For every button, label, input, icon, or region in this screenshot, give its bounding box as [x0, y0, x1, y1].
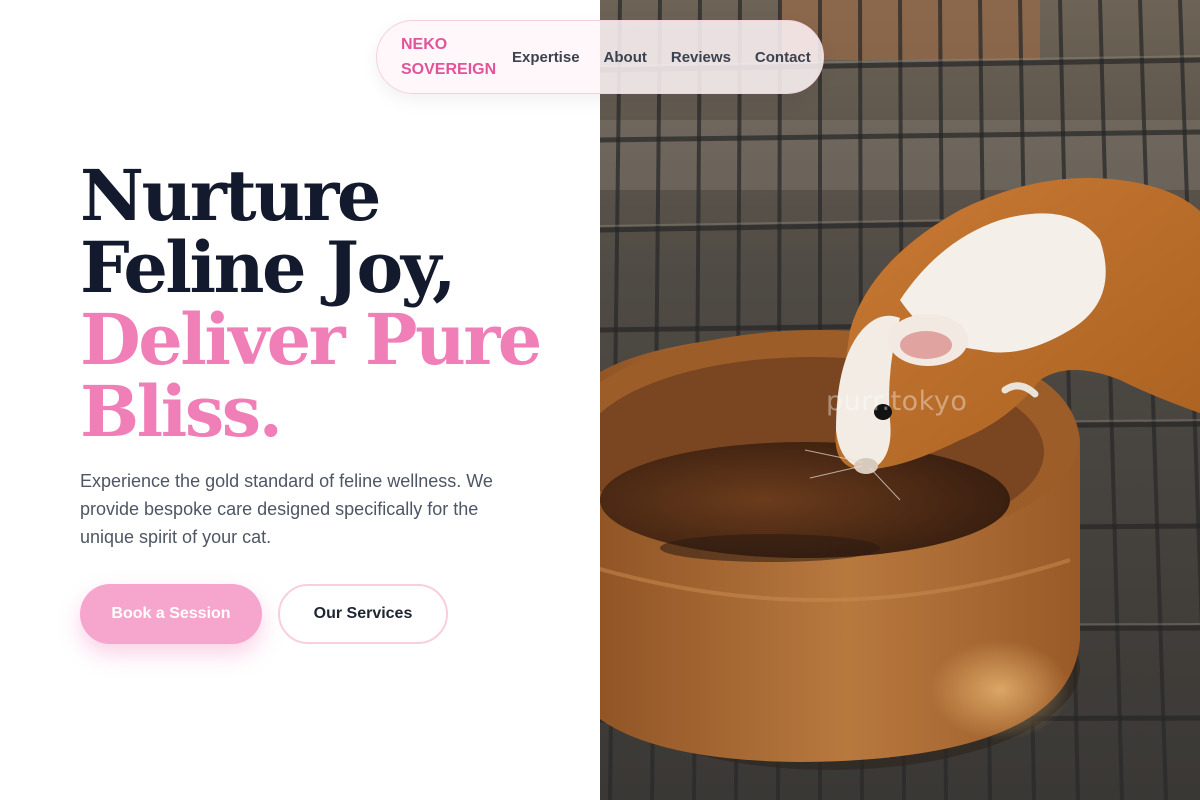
hero-title-line-3: Deliver Pure	[80, 298, 542, 381]
top-navigation: NEKO SOVEREIGN Expertise About Reviews C…	[376, 20, 824, 94]
nav-links: Expertise About Reviews Contact	[512, 49, 811, 66]
hero-title-line-2: Feline Joy,	[80, 226, 457, 309]
hero-title: Nurture Feline Joy, Deliver Pure Bliss.	[80, 160, 580, 448]
hero-subtitle: Experience the gold standard of feline w…	[80, 471, 493, 547]
our-services-button[interactable]: Our Services	[278, 584, 448, 644]
hero-title-line-4: Bliss.	[80, 370, 283, 453]
brand-name-line-2: SOVEREIGN	[401, 61, 497, 78]
nav-link-contact[interactable]: Contact	[755, 49, 811, 66]
brand-logo[interactable]: NEKO SOVEREIGN	[401, 32, 497, 82]
book-session-button[interactable]: Book a Session	[80, 584, 262, 644]
watermark-text: purr.tokyo	[826, 386, 968, 417]
nav-link-reviews[interactable]: Reviews	[671, 49, 731, 66]
nav-link-about[interactable]: About	[604, 49, 647, 66]
nav-link-expertise[interactable]: Expertise	[512, 49, 580, 66]
brand-name-line-1: NEKO	[401, 36, 448, 53]
hero-title-line-1: Nurture	[80, 154, 381, 237]
hero-photo: purr.tokyo	[600, 0, 1200, 800]
